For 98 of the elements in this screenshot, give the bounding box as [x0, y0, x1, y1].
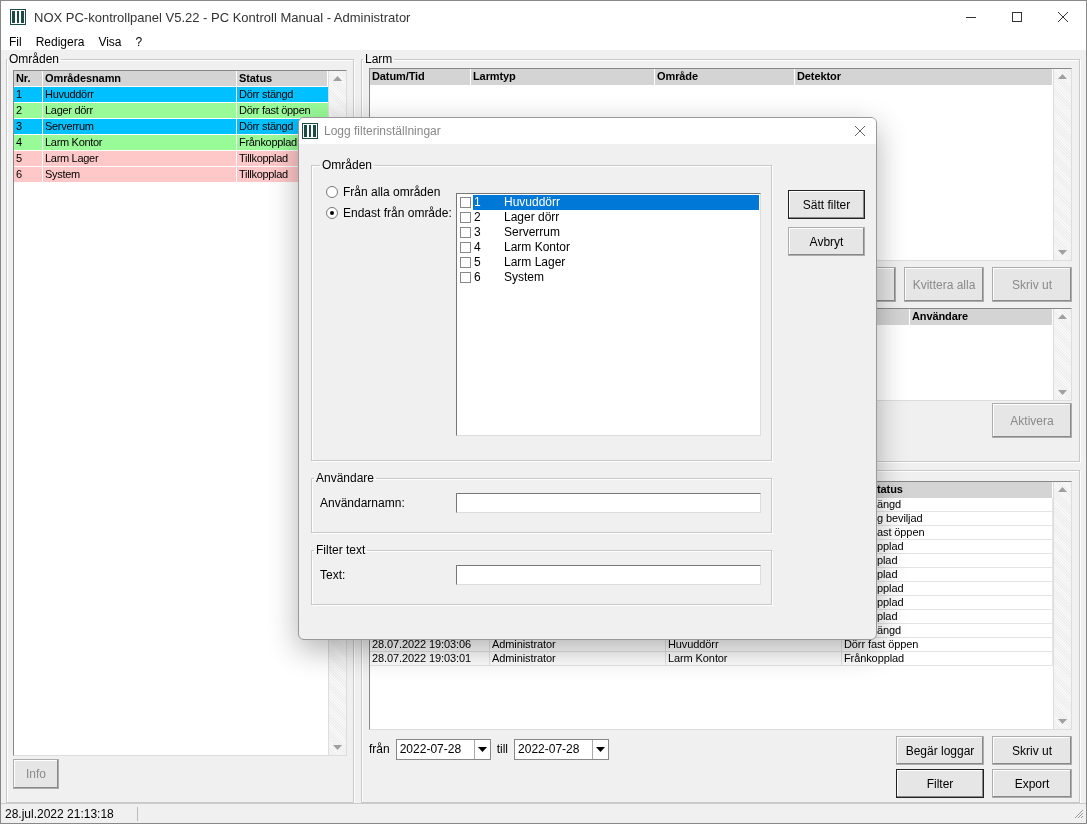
- scroll-up-icon: [333, 76, 342, 81]
- group-title: Användare: [315, 471, 376, 485]
- table-cell: Serverrum: [43, 119, 237, 134]
- item-name: Serverrum: [504, 225, 560, 240]
- table-cell: Huvuddörr: [43, 87, 237, 102]
- radio-option[interactable]: Från alla områden: [326, 185, 452, 199]
- input-field[interactable]: [456, 493, 761, 513]
- radio-button[interactable]: [326, 186, 338, 198]
- menu-item[interactable]: Fil: [9, 34, 22, 49]
- list-item[interactable]: 3 Serverrum: [473, 225, 759, 240]
- item-number: 5: [474, 255, 482, 270]
- table-cell: 5: [14, 151, 43, 166]
- checkbox[interactable]: [460, 272, 471, 283]
- window-title: NOX PC-kontrollpanel V5.22 - PC Kontroll Manual - Administrator: [34, 9, 412, 25]
- item-name: System: [504, 270, 544, 285]
- column-header[interactable]: Datum/Tid: [370, 69, 471, 85]
- item-number: 6: [474, 270, 482, 285]
- scroll-down-icon: [1058, 719, 1067, 724]
- input-field[interactable]: [456, 565, 761, 585]
- menu-item[interactable]: ?: [135, 34, 143, 49]
- menu-item[interactable]: Visa: [98, 34, 122, 49]
- resize-grip-icon: [1074, 808, 1084, 819]
- group-title: Områden: [8, 52, 61, 66]
- button[interactable]: Sätt filter: [788, 190, 865, 219]
- checkbox[interactable]: [460, 242, 471, 253]
- column-header[interactable]: Område: [655, 69, 795, 85]
- checkbox[interactable]: [460, 212, 471, 223]
- list-item[interactable]: 4 Larm Kontor: [473, 240, 759, 255]
- dialog-title: Logg filterinställningar: [324, 124, 442, 138]
- table-cell: Larm Kontor: [43, 135, 237, 150]
- table-cell: System: [43, 167, 237, 182]
- field-label: Text:: [320, 568, 346, 582]
- scroll-down-icon: [333, 745, 342, 750]
- list-item[interactable]: 5 Larm Lager: [473, 255, 759, 270]
- table-cell: Lager dörr: [43, 103, 237, 118]
- scroll-up-icon: [1058, 314, 1067, 319]
- checkbox[interactable]: [460, 257, 471, 268]
- button[interactable]: Export: [992, 769, 1072, 798]
- table-cell: 2: [14, 103, 43, 118]
- table-cell: Larm Lager: [43, 151, 237, 166]
- radio-button[interactable]: [326, 207, 338, 219]
- checkbox[interactable]: [460, 197, 471, 208]
- table-cell: 28.07.2022 19:03:01: [370, 652, 490, 665]
- item-name: Larm Kontor: [504, 240, 571, 255]
- scroll-up-icon: [1058, 74, 1067, 79]
- item-number: 4: [474, 240, 482, 255]
- field-label: Användarnamn:: [320, 496, 405, 510]
- to-label: till: [496, 742, 509, 756]
- group-title: Områden: [321, 158, 374, 172]
- app-logo-icon: [10, 9, 26, 25]
- button[interactable]: Filter: [896, 769, 984, 798]
- checkbox[interactable]: [460, 227, 471, 238]
- from-label: från: [369, 742, 390, 756]
- radio-label: Från alla områden: [343, 185, 441, 199]
- table-cell: 6: [14, 167, 43, 182]
- button[interactable]: Avbryt: [788, 227, 865, 256]
- close-icon: [854, 125, 866, 137]
- list-item[interactable]: 6 System: [473, 270, 759, 285]
- maximize-icon: [1011, 11, 1023, 23]
- group-title: Larm: [364, 52, 394, 66]
- scrollbar[interactable]: [1053, 309, 1071, 400]
- scroll-up-icon: [1058, 487, 1067, 492]
- date-dropdown[interactable]: 2022-07-28: [395, 738, 491, 760]
- column-header[interactable]: Områdesnamn: [43, 71, 237, 86]
- app-logo-icon: [302, 123, 318, 139]
- close-icon: [1057, 11, 1069, 23]
- table-cell: Dörr stängd: [237, 119, 295, 134]
- item-number: 2: [474, 210, 482, 225]
- scroll-down-icon: [1058, 390, 1067, 395]
- table-cell: Tillkopplad: [237, 167, 289, 182]
- date-dropdown[interactable]: 2022-07-28: [514, 738, 610, 760]
- table-cell: 3: [14, 119, 43, 134]
- item-number: 3: [474, 225, 482, 240]
- list-item[interactable]: 2 Lager dörr: [473, 210, 759, 225]
- table-cell: Frånkopplad: [237, 135, 298, 150]
- button[interactable]: Begär loggar: [896, 736, 984, 765]
- table-cell: Dörr fast öppen: [237, 103, 312, 118]
- item-number: 1: [474, 195, 482, 210]
- scroll-down-icon: [1058, 250, 1067, 255]
- scrollbar[interactable]: [1053, 482, 1071, 729]
- scrollbar[interactable]: [1053, 69, 1071, 260]
- item-name: Lager dörr: [504, 210, 560, 225]
- table-cell: Dörr stängd: [237, 87, 295, 102]
- menu-item[interactable]: Redigera: [35, 34, 85, 49]
- caret-icon: [473, 739, 490, 759]
- item-name: Huvuddörr: [504, 195, 561, 210]
- table-cell: Administrator: [490, 652, 666, 665]
- list-item[interactable]: 1 Huvuddörr: [473, 195, 759, 210]
- table-cell: 4: [14, 135, 43, 150]
- column-header[interactable]: Larmtyp: [471, 69, 655, 85]
- status-datetime: 28.jul.2022 21:13:18: [5, 806, 138, 821]
- column-header[interactable]: Nr.: [14, 71, 43, 86]
- group-title: Filter text: [315, 543, 367, 557]
- table-cell: Tillkopplad: [237, 151, 289, 166]
- table-cell: 1: [14, 87, 43, 102]
- button[interactable]: Skriv ut: [992, 736, 1072, 765]
- item-name: Larm Lager: [504, 255, 566, 270]
- table-cell: Larm Kontor: [666, 652, 842, 665]
